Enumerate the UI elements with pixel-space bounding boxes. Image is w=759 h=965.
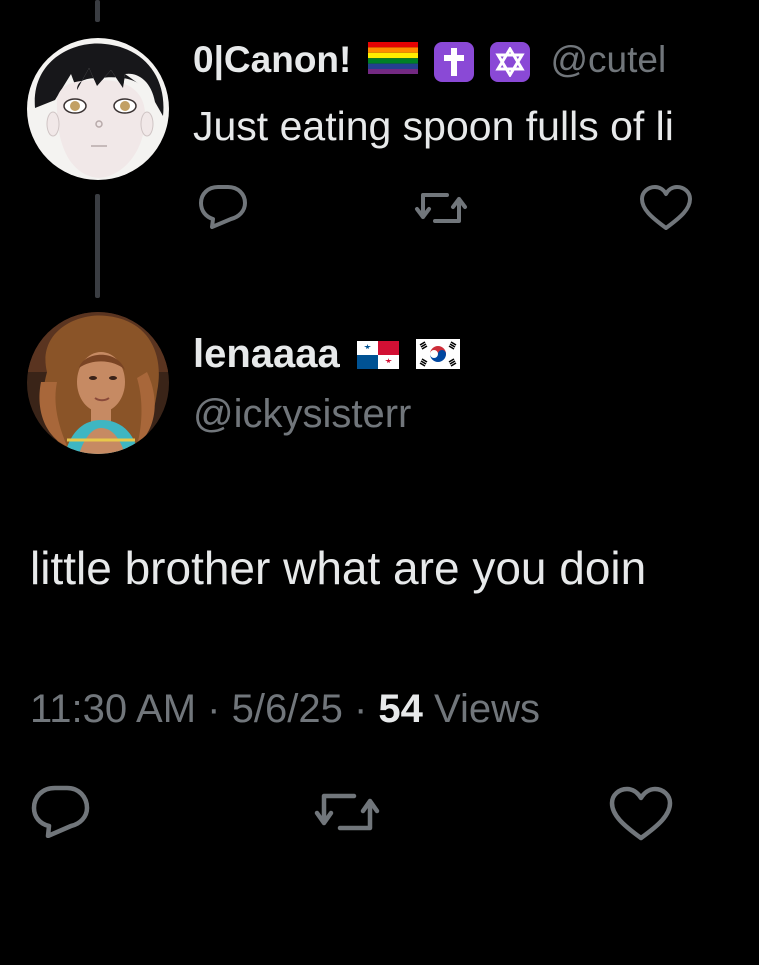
- reply-icon[interactable]: [31, 784, 91, 838]
- reply-icon[interactable]: [198, 183, 248, 229]
- avatar-parent[interactable]: [27, 38, 169, 180]
- separator: ·: [207, 687, 221, 731]
- like-icon[interactable]: [639, 184, 693, 232]
- panama-flag-emoji-icon: [356, 332, 399, 380]
- like-icon[interactable]: [609, 786, 673, 842]
- views-label[interactable]: Views: [434, 687, 540, 731]
- star-of-david-emoji-icon: [490, 42, 531, 83]
- retweet-icon[interactable]: [413, 187, 469, 229]
- tweet-date[interactable]: 5/6/25: [232, 687, 343, 731]
- views-count: 54: [378, 687, 423, 731]
- thread-line-middle: [95, 194, 100, 298]
- main-handle[interactable]: @ickysisterr: [193, 390, 411, 438]
- rainbow-flag-emoji-icon: [367, 38, 418, 86]
- tweet-time[interactable]: 11:30 AM: [30, 687, 196, 731]
- tweet-metadata: 11:30 AM · 5/6/25 · 54 Views: [30, 683, 540, 735]
- separator: ·: [353, 687, 368, 731]
- latin-cross-emoji-icon: [433, 42, 474, 83]
- parent-handle[interactable]: @cutel: [550, 39, 666, 80]
- main-tweet-header: lenaaaa: [193, 330, 461, 380]
- south-korea-flag-emoji-icon: [416, 332, 461, 380]
- main-tweet-text: little brother what are you doin: [30, 542, 647, 594]
- parent-tweet-text: Just eating spoon fulls of li: [193, 103, 674, 149]
- parent-display-name[interactable]: 0|Canon!: [193, 39, 351, 80]
- retweet-icon[interactable]: [312, 787, 382, 837]
- avatar-main[interactable]: [27, 312, 169, 454]
- parent-tweet-header: 0|Canon! @cutel: [193, 36, 666, 84]
- thread-line-top: [95, 0, 100, 22]
- main-display-name[interactable]: lenaaaa: [193, 332, 340, 376]
